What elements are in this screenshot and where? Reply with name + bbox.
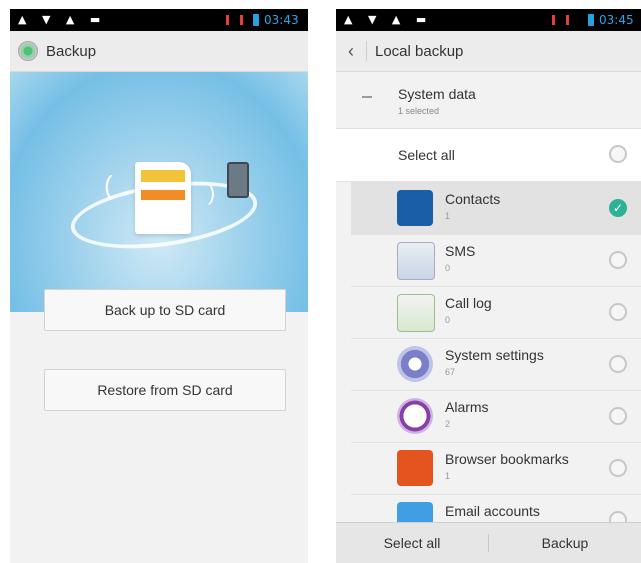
list-item[interactable]: Alarms 2	[351, 390, 641, 442]
item-title: Email accounts	[445, 503, 540, 519]
radio-button[interactable]	[609, 407, 627, 425]
contacts-icon	[397, 190, 433, 226]
item-count: 2	[445, 419, 451, 429]
status-bar: ▲ ▼ ▲ ▬ 03:43	[10, 9, 308, 31]
sms-icon	[397, 242, 435, 280]
notification-icons: ▲ ▼ ▲ ▬	[344, 13, 433, 26]
page-title: Local backup	[375, 42, 464, 60]
backup-illustration: ( )	[10, 72, 308, 312]
settings-icon	[397, 346, 433, 382]
select-all-label: Select all	[398, 147, 455, 163]
radio-button[interactable]	[609, 459, 627, 477]
signal-icon	[240, 15, 243, 25]
item-count: 0	[445, 315, 451, 325]
select-all-button[interactable]: Select all	[336, 535, 488, 551]
group-title: System data	[398, 86, 476, 102]
select-all-row[interactable]: Select all	[336, 129, 641, 182]
back-chevron-icon[interactable]: ‹	[336, 41, 366, 62]
item-title: System settings	[445, 347, 544, 363]
item-title: Browser bookmarks	[445, 451, 569, 467]
signal-icon	[566, 15, 569, 25]
sd-card-icon	[135, 162, 191, 234]
local-backup-screen: ▲ ▼ ▲ ▬ 03:45 ‹ Local backup System data…	[336, 9, 641, 563]
title-bar: ‹ Local backup	[336, 31, 641, 72]
battery-icon	[588, 14, 594, 26]
alarm-icon	[397, 398, 433, 434]
backup-app-icon	[18, 41, 38, 61]
status-time: 03:43	[264, 13, 299, 27]
item-count: 0	[445, 263, 451, 273]
radio-button[interactable]	[609, 251, 627, 269]
select-all-radio[interactable]	[609, 145, 627, 163]
bookmark-icon	[397, 450, 433, 486]
phone-icon	[227, 162, 249, 198]
page-title: Backup	[46, 42, 97, 60]
sync-arrow-icon: )	[208, 180, 216, 205]
backup-item-list: Contacts 1 ✓ SMS 0 Call log 0 System settings 67…	[336, 182, 641, 546]
list-item[interactable]: SMS 0	[351, 234, 641, 286]
bottom-action-bar: Select all Backup	[336, 522, 641, 563]
battery-icon	[253, 14, 259, 26]
checked-radio-icon[interactable]: ✓	[609, 199, 627, 217]
status-bar: ▲ ▼ ▲ ▬ 03:45	[336, 9, 641, 31]
restore-from-sd-button[interactable]: Restore from SD card	[44, 369, 286, 411]
backup-button[interactable]: Backup	[489, 535, 641, 551]
item-count: 1	[445, 471, 451, 481]
list-item[interactable]: Browser bookmarks 1	[351, 442, 641, 494]
sync-arrow-icon: (	[104, 170, 113, 200]
signal-icon	[552, 15, 555, 25]
collapse-icon[interactable]	[362, 96, 372, 98]
group-subtitle: 1 selected	[398, 106, 440, 116]
list-item[interactable]: System settings 67	[351, 338, 641, 390]
call-log-icon	[397, 294, 435, 332]
radio-button[interactable]	[609, 355, 627, 373]
item-title: Alarms	[445, 399, 489, 415]
item-count: 1	[445, 211, 451, 221]
item-title: Contacts	[445, 191, 501, 207]
list-item[interactable]: Contacts 1 ✓	[351, 182, 641, 234]
title-bar: Backup	[10, 31, 308, 72]
item-title: SMS	[445, 243, 476, 259]
item-title: Call log	[445, 295, 492, 311]
item-count: 67	[445, 367, 456, 377]
backup-screen: ▲ ▼ ▲ ▬ 03:43 Backup ( ) Back up to SD c…	[10, 9, 308, 563]
status-time: 03:45	[599, 13, 634, 27]
signal-icon	[226, 15, 229, 25]
backup-to-sd-button[interactable]: Back up to SD card	[44, 289, 286, 331]
group-header-system-data[interactable]: System data 1 selected	[336, 72, 641, 129]
list-item[interactable]: Call log 0	[351, 286, 641, 338]
divider	[366, 41, 367, 61]
notification-icons: ▲ ▼ ▲ ▬	[18, 13, 107, 26]
radio-button[interactable]	[609, 303, 627, 321]
